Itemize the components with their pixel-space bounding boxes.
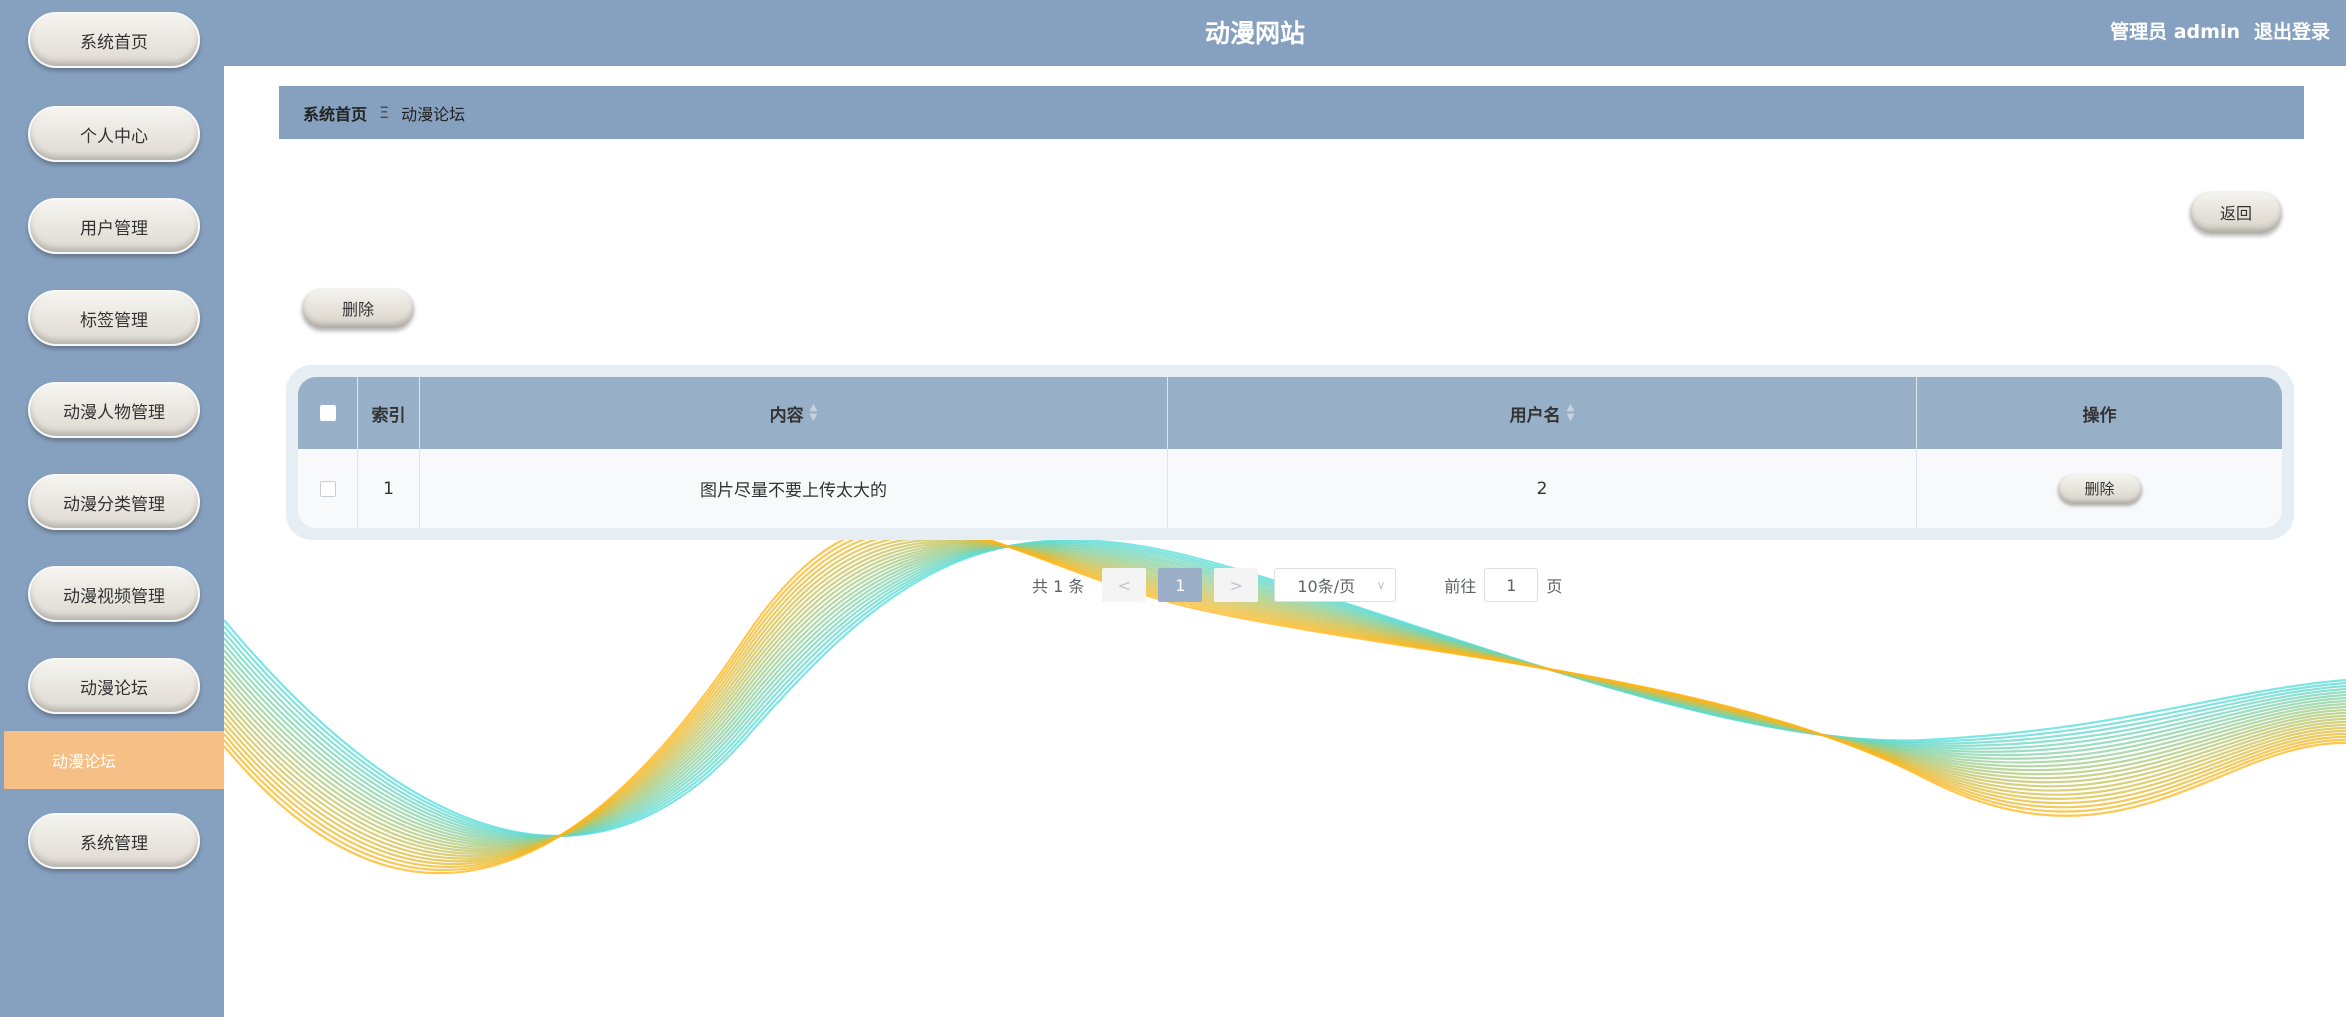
page-number-button[interactable]: 1 — [1158, 568, 1203, 602]
header-user-area: 管理员 admin 退出登录 — [2110, 17, 2330, 44]
batch-delete-button[interactable]: 删除 — [302, 288, 414, 328]
row-username: 2 — [1168, 449, 1917, 528]
row-delete-button[interactable]: 删除 — [2057, 473, 2142, 504]
page-size-value: 10条/页 — [1297, 577, 1356, 596]
column-header-index: 索引 — [358, 377, 420, 449]
pagination: 共 1 条 < 1 > 10条/页 ∨ 前往 页 — [1032, 568, 1562, 602]
row-index: 1 — [358, 449, 420, 528]
decorative-waves-background — [224, 540, 2346, 875]
breadcrumb: 系统首页 Ξ 动漫论坛 — [279, 86, 2304, 139]
goto-page-suffix: 页 — [1546, 577, 1563, 596]
table-row: 1 图片尽量不要上传太大的 2 删除 — [298, 449, 2282, 528]
header-select-all-cell — [298, 377, 358, 449]
goto-page-input[interactable] — [1484, 568, 1539, 602]
chevron-down-icon: ∨ — [1376, 578, 1386, 592]
column-header-actions: 操作 — [1917, 377, 2282, 449]
column-label-content: 内容 — [769, 405, 804, 426]
column-header-username[interactable]: 用户名 ▲ ▼ — [1168, 377, 1917, 449]
sidebar-item-profile[interactable]: 个人中心 — [28, 106, 200, 162]
sidebar-item-characters[interactable]: 动漫人物管理 — [28, 382, 200, 438]
page-size-select[interactable]: 10条/页 ∨ — [1274, 568, 1397, 602]
column-label-actions: 操作 — [2082, 405, 2117, 426]
table-header-row: 索引 内容 ▲ ▼ 用户名 ▲ ▼ 操作 — [298, 377, 2282, 449]
top-header: 动漫网站 管理员 admin 退出登录 — [224, 0, 2346, 66]
column-header-content[interactable]: 内容 ▲ ▼ — [420, 377, 1168, 449]
breadcrumb-home[interactable]: 系统首页 — [303, 101, 367, 125]
sidebar-item-videos[interactable]: 动漫视频管理 — [28, 566, 200, 622]
next-page-button[interactable]: > — [1214, 568, 1259, 602]
sidebar-item-categories[interactable]: 动漫分类管理 — [28, 474, 200, 530]
site-title: 动漫网站 — [1204, 19, 1305, 48]
sidebar-item-forum[interactable]: 动漫论坛 — [28, 658, 200, 714]
row-actions: 删除 — [1917, 449, 2282, 528]
goto-label: 前往 — [1444, 577, 1477, 596]
column-label-username: 用户名 — [1509, 405, 1561, 426]
row-content: 图片尽量不要上传太大的 — [420, 449, 1168, 528]
row-checkbox[interactable] — [319, 480, 336, 497]
logout-link[interactable]: 退出登录 — [2254, 17, 2330, 44]
row-select-cell — [298, 449, 358, 528]
forum-table: 索引 内容 ▲ ▼ 用户名 ▲ ▼ 操作 1 图片尽量不要上传太大的 2 删除 — [298, 377, 2282, 528]
sort-caret-icon[interactable]: ▲ ▼ — [810, 403, 818, 423]
sidebar-item-home[interactable]: 系统首页 — [28, 12, 200, 68]
back-button[interactable]: 返回 — [2190, 191, 2282, 233]
sidebar-subitem-forum[interactable]: 动漫论坛 — [4, 731, 224, 789]
forum-table-container: 索引 内容 ▲ ▼ 用户名 ▲ ▼ 操作 1 图片尽量不要上传太大的 2 删除 — [286, 365, 2294, 540]
sidebar-item-tags[interactable]: 标签管理 — [28, 290, 200, 346]
user-label: 管理员 admin — [2110, 21, 2240, 43]
sort-caret-icon[interactable]: ▲ ▼ — [1567, 403, 1575, 423]
pagination-total: 共 1 条 — [1032, 577, 1085, 596]
breadcrumb-current: 动漫论坛 — [401, 104, 466, 124]
sidebar-item-users[interactable]: 用户管理 — [28, 198, 200, 254]
column-label-index: 索引 — [371, 405, 406, 426]
breadcrumb-separator-icon: Ξ — [379, 103, 390, 122]
sidebar-item-system[interactable]: 系统管理 — [28, 813, 200, 869]
sidebar: 系统首页 个人中心 用户管理 标签管理 动漫人物管理 动漫分类管理 动漫视频管理… — [0, 0, 224, 1017]
prev-page-button[interactable]: < — [1102, 568, 1147, 602]
select-all-checkbox[interactable] — [319, 405, 336, 421]
